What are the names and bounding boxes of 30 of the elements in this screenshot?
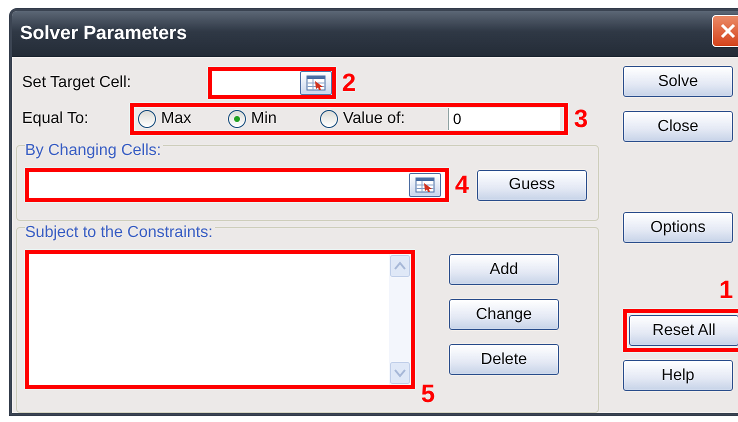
- radio-label[interactable]: Max: [161, 110, 192, 128]
- group-label: Subject to the Constraints:: [25, 224, 215, 242]
- dialog-button[interactable]: Delete: [448, 344, 559, 375]
- annotation-number: 2: [342, 70, 356, 96]
- annotation-number: 4: [455, 172, 469, 198]
- input-field[interactable]: 0: [448, 108, 560, 130]
- radio-button[interactable]: [228, 110, 246, 128]
- guess-button[interactable]: Guess: [476, 170, 587, 200]
- close-icon: [719, 22, 737, 40]
- dialog-button[interactable]: Solve: [623, 66, 733, 97]
- dialog-button[interactable]: Help: [623, 360, 733, 391]
- group-label: By Changing Cells:: [25, 142, 164, 160]
- radio-button[interactable]: [320, 110, 338, 128]
- range-picker-button[interactable]: [409, 173, 441, 197]
- radio-button[interactable]: [138, 110, 156, 128]
- dialog-button[interactable]: Options: [623, 212, 733, 243]
- close-button[interactable]: [712, 15, 738, 47]
- radio-label[interactable]: Value of:: [343, 110, 405, 128]
- field-label: Equal To:: [22, 110, 90, 128]
- annotation-number: 1: [719, 278, 733, 303]
- dialog-button[interactable]: Change: [448, 299, 559, 330]
- window-title: Solver Parameters: [20, 23, 187, 45]
- field-label: Set Target Cell:: [22, 74, 132, 92]
- range-picker-button[interactable]: [300, 71, 332, 95]
- dialog-button[interactable]: Close: [623, 111, 733, 142]
- annotation-number: 3: [574, 106, 588, 132]
- annotation-number: 5: [421, 382, 435, 407]
- dialog-button[interactable]: Reset All: [629, 315, 738, 346]
- radio-label[interactable]: Min: [251, 110, 277, 128]
- dialog-button[interactable]: Add: [448, 254, 559, 285]
